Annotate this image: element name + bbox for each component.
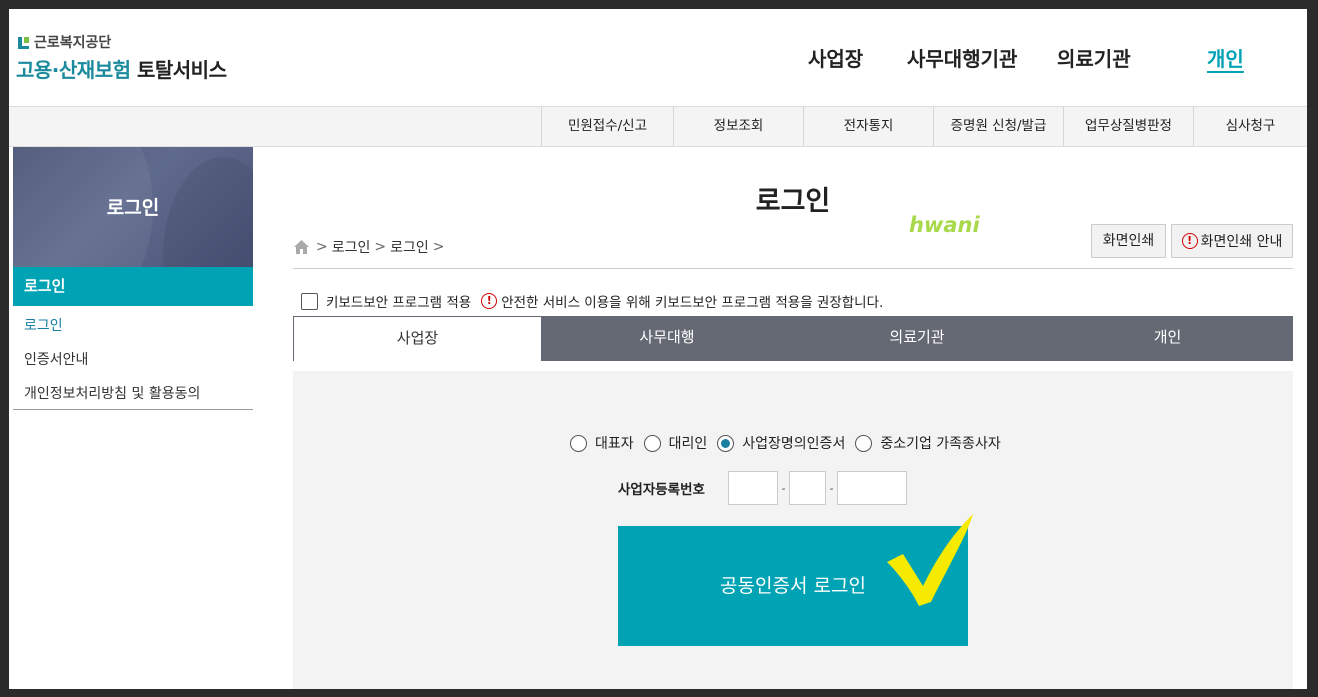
- sidebar-header: 로그인: [13, 147, 253, 267]
- print-button[interactable]: 화면인쇄: [1091, 224, 1166, 258]
- business-number-separator: -: [829, 481, 834, 495]
- keyboard-security-label: 키보드보안 프로그램 적용: [326, 295, 472, 311]
- business-number-label: 사업자등록번호: [618, 482, 705, 498]
- subnav-item-certificate[interactable]: 증명원 신청/발급: [933, 107, 1063, 146]
- tab-agency[interactable]: 사무대행: [542, 316, 792, 361]
- business-number-field-1[interactable]: [728, 471, 778, 505]
- warning-icon: !: [481, 293, 498, 309]
- gnb-item-medical[interactable]: 의료기관: [1057, 43, 1131, 72]
- sidebar-item-cert-guide[interactable]: 인증서안내: [24, 349, 88, 369]
- keyboard-security-notice: 안전한 서비스 이용을 위해 키보드보안 프로그램 적용을 권장합니다.: [501, 295, 884, 311]
- browser-viewport: 근로복지공단 고용·산재보험 토탈서비스 사업장 사무대행기관 의료기관 개인 …: [9, 9, 1307, 689]
- radio-agent[interactable]: [643, 434, 661, 452]
- warning-icon: !: [1181, 233, 1198, 249]
- keyboard-security-checkbox[interactable]: [301, 292, 318, 310]
- subnav-item-notice[interactable]: 전자통지: [803, 107, 933, 146]
- sidebar-title: 로그인: [106, 197, 160, 219]
- subnav-item-info[interactable]: 정보조회: [673, 107, 803, 146]
- content-divider: [293, 268, 1293, 269]
- subnav-item-disease[interactable]: 업무상질병판정: [1063, 107, 1193, 146]
- business-number-field-3[interactable]: [837, 471, 907, 505]
- home-icon[interactable]: [293, 239, 310, 255]
- tab-personal[interactable]: 개인: [1042, 316, 1293, 361]
- business-number-field-2[interactable]: [789, 471, 826, 505]
- global-nav: 사업장 사무대행기관 의료기관 개인: [9, 43, 1307, 73]
- breadcrumb: > 로그인 > 로그인 >: [293, 237, 448, 257]
- page-title: 로그인: [755, 186, 831, 217]
- gnb-item-business[interactable]: 사업장: [808, 43, 863, 72]
- breadcrumb-item-2[interactable]: 로그인: [390, 237, 429, 257]
- site-header: 근로복지공단 고용·산재보험 토탈서비스 사업장 사무대행기관 의료기관 개인: [9, 9, 1307, 107]
- subnav-item-review[interactable]: 심사청구: [1193, 107, 1307, 146]
- login-panel: 대표자 대리인 사업장명의인증서 중소기업 가족종사자 사업자등록번호 - - …: [293, 371, 1293, 689]
- radio-family-worker-label[interactable]: 중소기업 가족종사자: [880, 433, 1000, 453]
- sidebar-item-login-active[interactable]: 로그인: [13, 267, 253, 306]
- business-number-separator: -: [781, 481, 786, 495]
- print-guide-label: 화면인쇄 안내: [1200, 234, 1283, 250]
- radio-business-cert[interactable]: [717, 434, 735, 452]
- sub-nav: 민원접수/신고 정보조회 전자통지 증명원 신청/발급 업무상질병판정 심사청구: [9, 107, 1307, 147]
- radio-representative-label[interactable]: 대표자: [595, 433, 634, 453]
- gnb-item-personal[interactable]: 개인: [1207, 43, 1244, 72]
- tab-medical[interactable]: 의료기관: [792, 316, 1042, 361]
- business-number-row: 사업자등록번호 - -: [618, 471, 907, 505]
- breadcrumb-separator: >: [316, 239, 328, 255]
- sidebar-item-login[interactable]: 로그인: [24, 315, 63, 335]
- radio-business-cert-label[interactable]: 사업장명의인증서: [742, 433, 845, 453]
- login-type-radios: 대표자 대리인 사업장명의인증서 중소기업 가족종사자: [570, 433, 1011, 453]
- login-type-tabs: 사업장 사무대행 의료기관 개인: [293, 316, 1293, 361]
- radio-family-worker[interactable]: [855, 434, 873, 452]
- keyboard-security-row: 키보드보안 프로그램 적용 ! 안전한 서비스 이용을 위해 키보드보안 프로그…: [301, 291, 883, 311]
- tab-business[interactable]: 사업장: [293, 316, 542, 361]
- radio-representative[interactable]: [570, 434, 587, 452]
- watermark-text: hwani: [909, 213, 980, 237]
- checkmark-icon: [887, 514, 973, 606]
- gnb-item-agency[interactable]: 사무대행기관: [907, 43, 1017, 72]
- sidebar-submenu: 로그인 인증서안내 개인정보처리방침 및 활용동의: [13, 306, 253, 410]
- breadcrumb-separator: >: [374, 239, 387, 255]
- radio-agent-label[interactable]: 대리인: [669, 433, 708, 453]
- breadcrumb-item-1[interactable]: 로그인: [332, 237, 371, 257]
- subnav-item-civil[interactable]: 민원접수/신고: [541, 107, 673, 146]
- sidebar-item-privacy[interactable]: 개인정보처리방침 및 활용동의: [24, 383, 200, 403]
- breadcrumb-separator: >: [432, 239, 445, 255]
- print-guide-button[interactable]: ! 화면인쇄 안내: [1171, 224, 1293, 258]
